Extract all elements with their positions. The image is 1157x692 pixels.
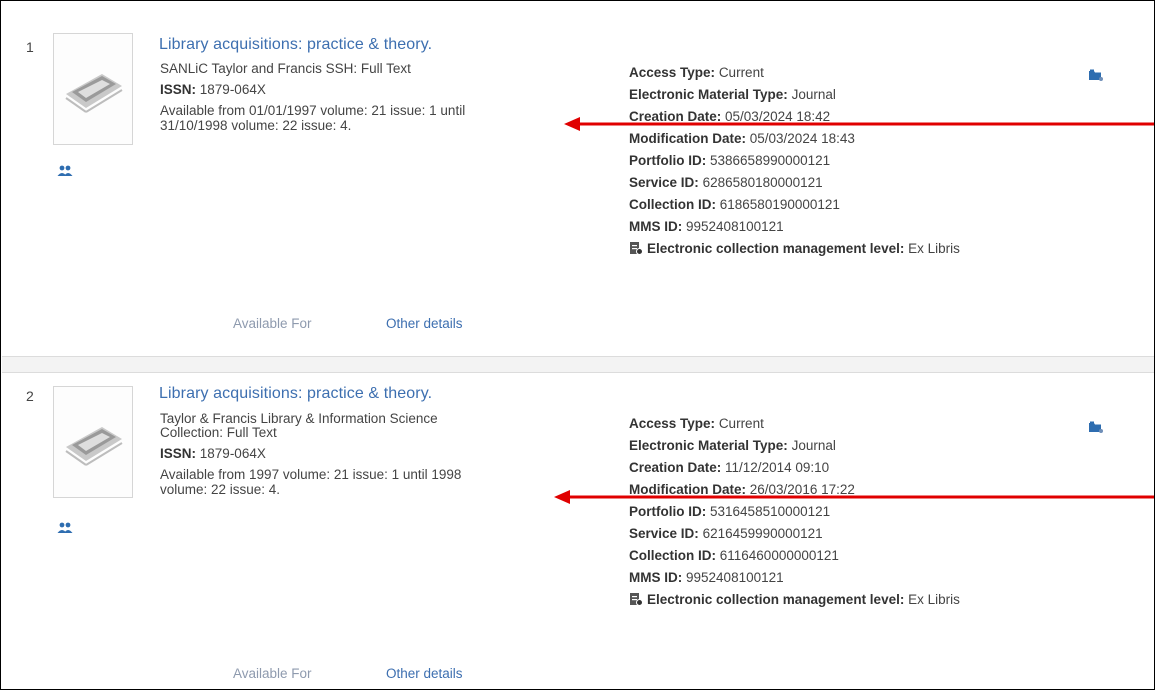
result-title-link[interactable]: Library acquisitions: practice & theory. [159,385,432,403]
detail-material-type: Electronic Material Type: Journal [629,438,836,453]
collection-management-icon [629,591,643,613]
collection-name: SANLiC Taylor and Francis SSH: Full Text [160,61,411,76]
detail-creation-date: Creation Date: 11/12/2014 09:10 [629,460,830,475]
detail-mms-id: MMS ID: 9952408100121 [629,570,784,585]
red-arrow [564,117,1154,131]
journal-thumbnail-icon[interactable] [53,33,133,145]
result-separator [2,356,1154,373]
detail-service-id: Service ID: 6216459990000121 [629,526,823,541]
detail-collection-id: Collection ID: 6116460000000121 [629,548,839,563]
issn-label: ISSN: [160,82,197,97]
available-for-link[interactable]: Available For [233,666,312,681]
result-index: 1 [26,39,34,55]
collection-info: Taylor & Francis Library & Information S… [160,410,560,498]
availability-line: volume: 22 issue: 4. [160,482,281,497]
collection-management-icon [629,240,643,262]
detail-management-level: Electronic collection management level: … [629,589,1089,611]
detail-management-level: Electronic collection management level: … [629,238,1089,260]
result-index: 2 [26,388,34,404]
detail-access-type: Access Type: Current [629,416,764,431]
people-icon[interactable] [57,521,73,539]
detail-portfolio-id: Portfolio ID: 5386658990000121 [629,153,831,168]
availability-line: 31/10/1998 volume: 22 issue: 4. [160,118,352,133]
result-item: 2 Library acquisitions: practice & theor… [2,374,1154,689]
detail-mms-id: MMS ID: 9952408100121 [629,219,784,234]
issn-value: 1879-064X [199,82,266,97]
people-icon[interactable] [57,164,73,182]
issn-label: ISSN: [160,446,197,461]
available-for-link[interactable]: Available For [233,316,312,331]
collection-info: SANLiC Taylor and Francis SSH: Full Text… [160,60,560,134]
detail-service-id: Service ID: 6286580180000121 [629,175,823,190]
detail-collection-id: Collection ID: 6186580190000121 [629,197,840,212]
issn-line: ISSN: 1879-064X [160,445,560,462]
other-details-link[interactable]: Other details [386,666,463,681]
folder-icon[interactable] [1089,420,1103,438]
issn-line: ISSN: 1879-064X [160,81,560,98]
red-arrow [554,490,1154,504]
issn-value: 1879-064X [199,446,266,461]
results-frame: 1 Library acquisitions: practice & theor… [0,0,1155,690]
detail-access-type: Access Type: Current [629,65,764,80]
other-details-link[interactable]: Other details [386,316,463,331]
journal-thumbnail-icon[interactable] [53,386,133,498]
folder-icon[interactable] [1089,68,1103,86]
detail-material-type: Electronic Material Type: Journal [629,87,836,102]
details-column: Access Type: Current Electronic Material… [629,413,1089,611]
result-title-link[interactable]: Library acquisitions: practice & theory. [159,36,432,54]
result-item: 1 Library acquisitions: practice & theor… [2,2,1154,355]
details-column: Access Type: Current Electronic Material… [629,62,1089,260]
